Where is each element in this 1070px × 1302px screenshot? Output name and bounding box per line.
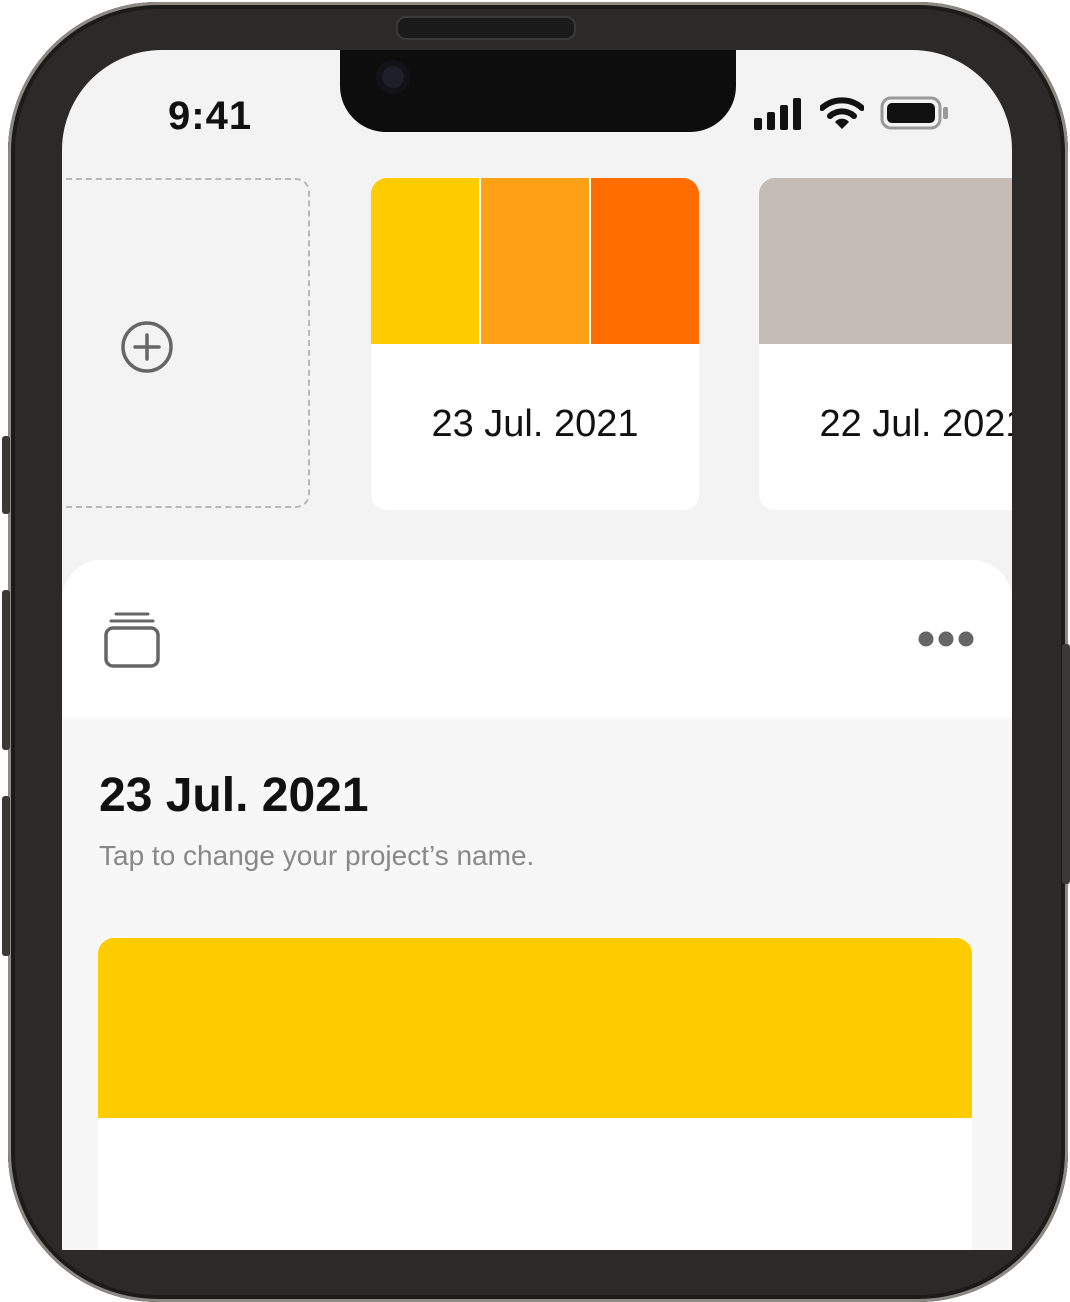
color-swatch — [371, 178, 479, 344]
color-swatch — [759, 178, 1012, 344]
new-project-card[interactable] — [62, 178, 310, 508]
ellipsis-icon[interactable] — [918, 630, 974, 648]
notch — [340, 50, 736, 132]
cellular-signal-icon — [754, 98, 801, 130]
project-card[interactable]: 23 Jul. 2021 — [371, 178, 699, 510]
project-card[interactable]: 22 Jul. 2021 — [759, 178, 1012, 510]
project-detail-sheet: 23 Jul. 2021 Tap to change your project’… — [62, 560, 1012, 1250]
speaker-grille — [396, 16, 576, 40]
side-button — [2, 590, 10, 750]
sheet-header — [62, 560, 1012, 718]
color-swatch — [481, 178, 589, 344]
battery-icon — [880, 96, 948, 130]
side-button — [2, 436, 10, 514]
palette-preview-card[interactable] — [98, 938, 972, 1250]
status-time: 9:41 — [168, 94, 253, 138]
wifi-icon — [820, 97, 864, 129]
color-swatch — [591, 178, 699, 344]
palette-swatches — [759, 178, 1012, 344]
color-swatch — [98, 938, 972, 1118]
side-button — [2, 796, 10, 956]
project-date: 22 Jul. 2021 — [819, 403, 1012, 445]
project-title[interactable]: 23 Jul. 2021 — [99, 768, 369, 823]
side-button — [1062, 644, 1070, 884]
stack-icon[interactable] — [104, 610, 160, 668]
project-name-hint: Tap to change your project’s name. — [99, 840, 535, 871]
camera — [376, 60, 410, 94]
project-date: 23 Jul. 2021 — [431, 403, 639, 445]
palette-swatches — [371, 178, 699, 344]
plus-circle-icon[interactable] — [120, 320, 174, 374]
screen: 9:41 23 Jul. 2021 22 Jul. 2021 23 Jul. 2… — [62, 50, 1012, 1250]
